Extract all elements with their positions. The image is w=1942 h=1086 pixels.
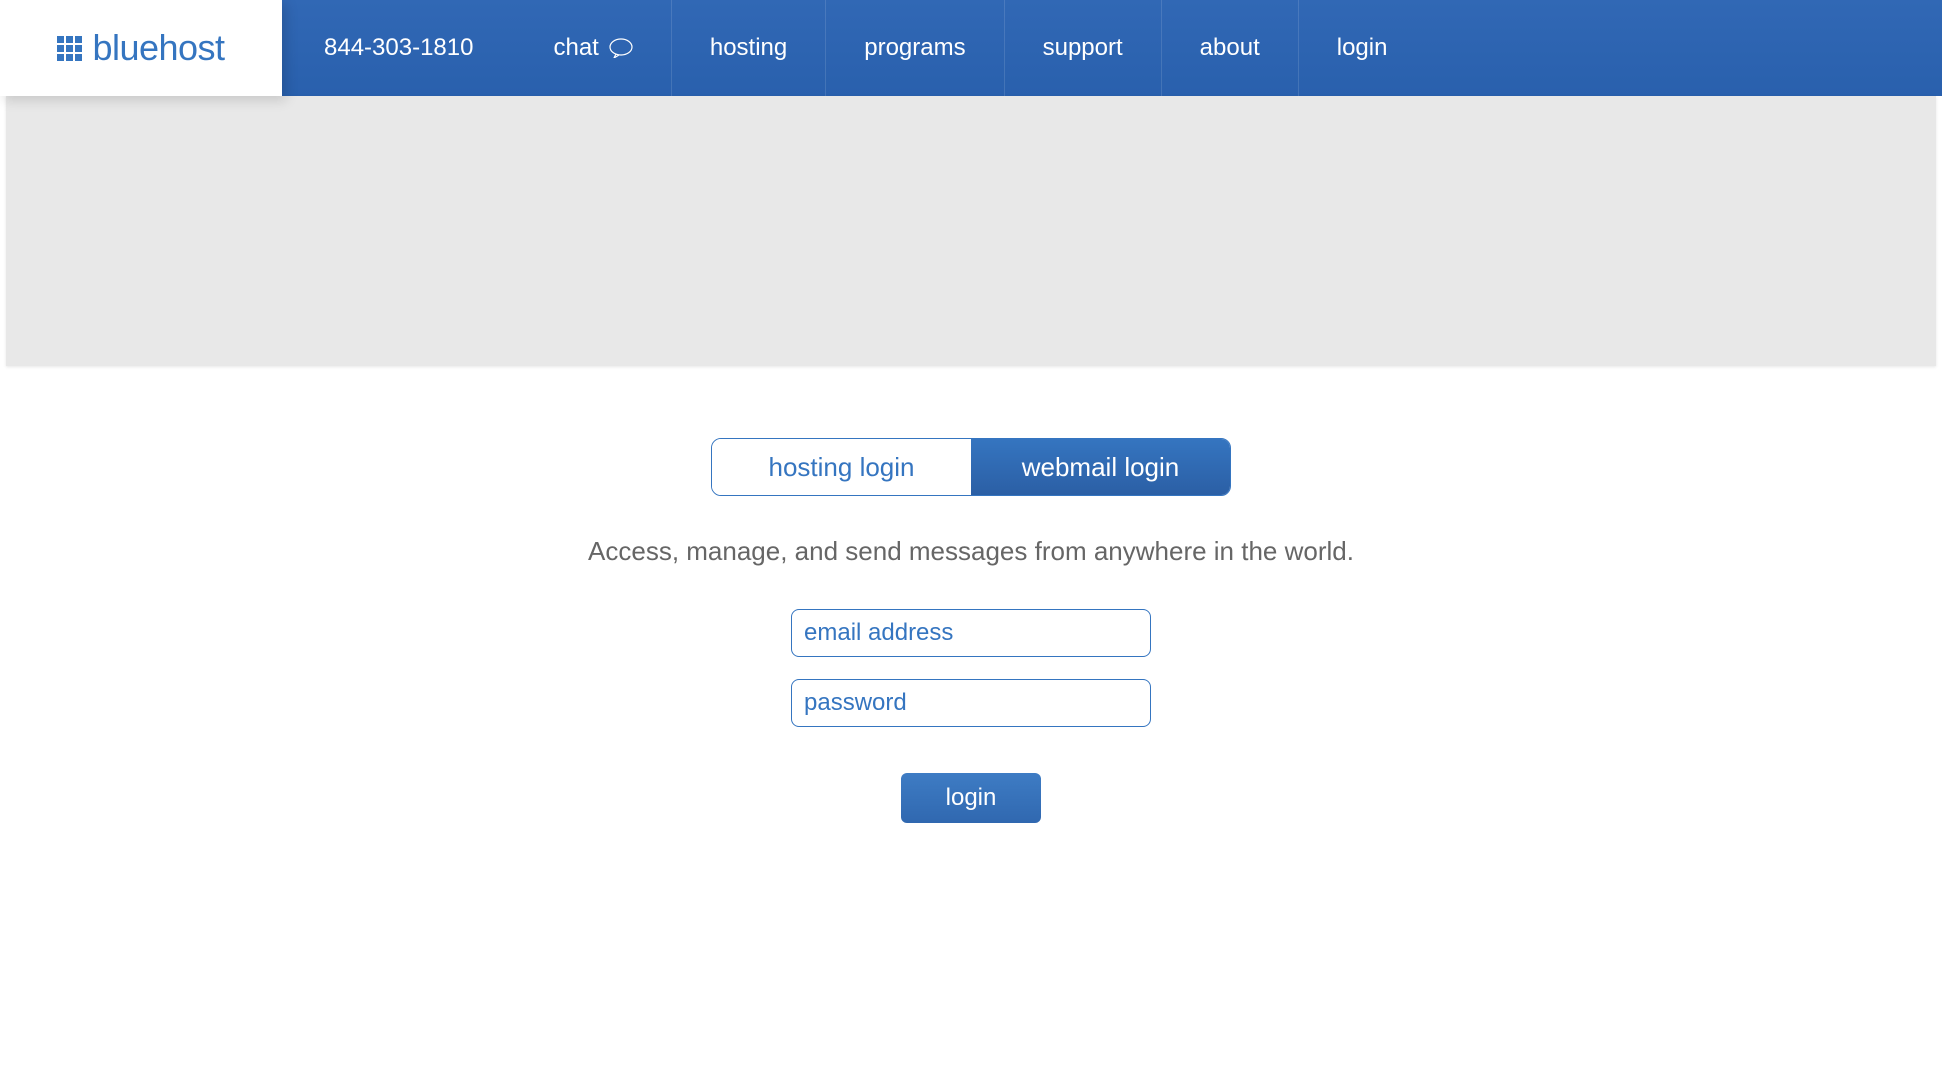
nav-hosting-label: hosting [710, 34, 787, 62]
nav-programs[interactable]: programs [825, 0, 1003, 96]
chat-bubble-icon [609, 38, 633, 58]
login-subtitle: Access, manage, and send messages from a… [588, 536, 1354, 567]
tab-webmail-label: webmail login [1022, 452, 1180, 483]
email-field[interactable] [791, 609, 1151, 657]
nav-about-label: about [1200, 34, 1260, 62]
login-form: login [791, 609, 1151, 823]
main-nav: 844-303-1810 chat hosting programs suppo… [282, 0, 1942, 96]
banner-area [6, 96, 1936, 366]
logo[interactable]: bluehost [0, 0, 282, 96]
tab-hosting-login[interactable]: hosting login [712, 439, 971, 495]
nav-login[interactable]: login [1298, 0, 1426, 96]
login-section: hosting login webmail login Access, mana… [0, 366, 1942, 823]
logo-text: bluehost [92, 27, 224, 69]
login-button[interactable]: login [901, 773, 1041, 823]
phone-number: 844-303-1810 [324, 34, 473, 62]
nav-phone[interactable]: 844-303-1810 [282, 0, 515, 96]
tab-hosting-label: hosting login [769, 452, 915, 483]
nav-programs-label: programs [864, 34, 965, 62]
nav-hosting[interactable]: hosting [671, 0, 825, 96]
nav-support-label: support [1043, 34, 1123, 62]
login-tabs: hosting login webmail login [711, 438, 1231, 496]
nav-chat[interactable]: chat [515, 0, 670, 96]
tab-webmail-login[interactable]: webmail login [971, 439, 1230, 495]
nav-login-label: login [1337, 34, 1388, 62]
password-field[interactable] [791, 679, 1151, 727]
nav-about[interactable]: about [1161, 0, 1298, 96]
nav-support[interactable]: support [1004, 0, 1161, 96]
grid-icon [57, 36, 82, 61]
nav-chat-label: chat [553, 34, 598, 62]
header: bluehost 844-303-1810 chat hosting progr… [0, 0, 1942, 96]
